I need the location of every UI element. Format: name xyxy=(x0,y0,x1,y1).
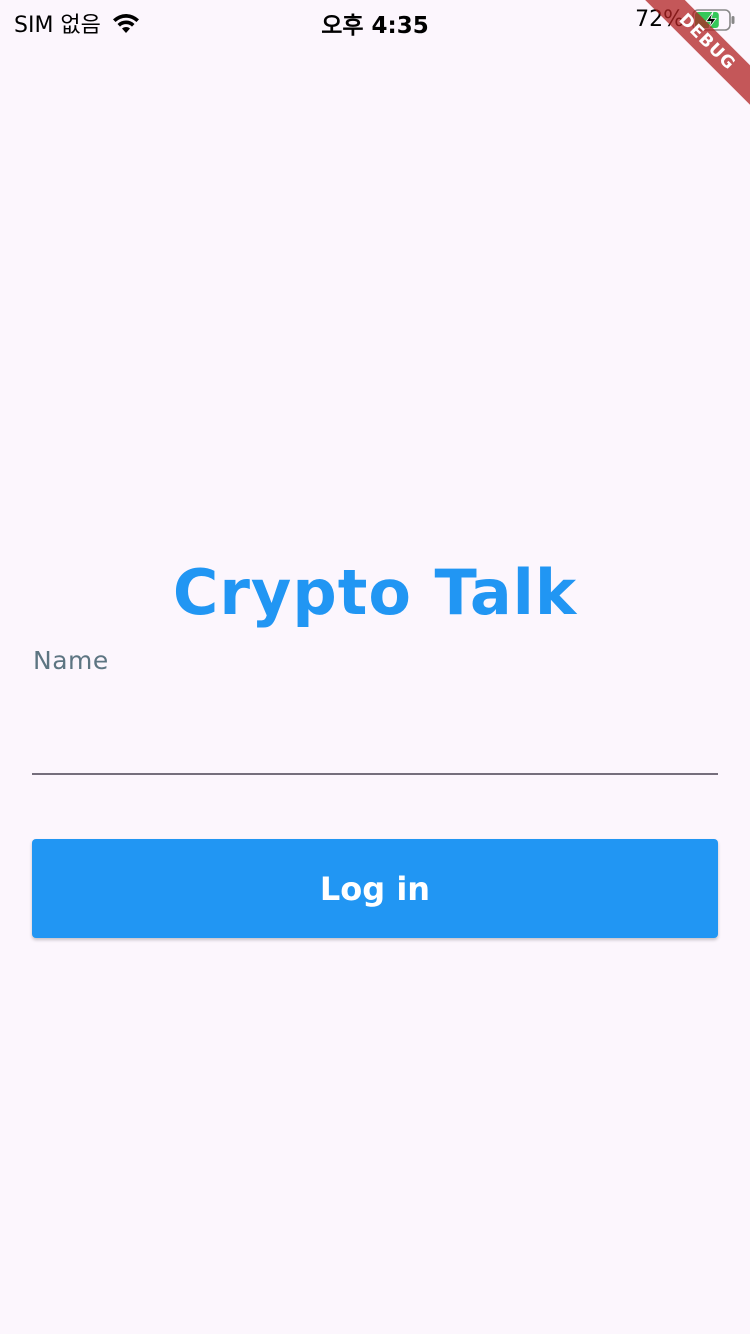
login-button[interactable]: Log in xyxy=(32,839,718,938)
status-bar-right: 72% xyxy=(635,7,736,32)
status-bar: SIM 없음 오후 4:35 72% xyxy=(0,0,750,40)
name-field-label: Name xyxy=(33,646,109,675)
name-input[interactable] xyxy=(32,700,718,772)
name-field: Name xyxy=(32,640,718,776)
battery-icon xyxy=(692,8,736,31)
name-field-underline xyxy=(32,773,718,775)
battery-percent: 72% xyxy=(635,7,684,32)
app-title: Crypto Talk xyxy=(172,556,578,629)
